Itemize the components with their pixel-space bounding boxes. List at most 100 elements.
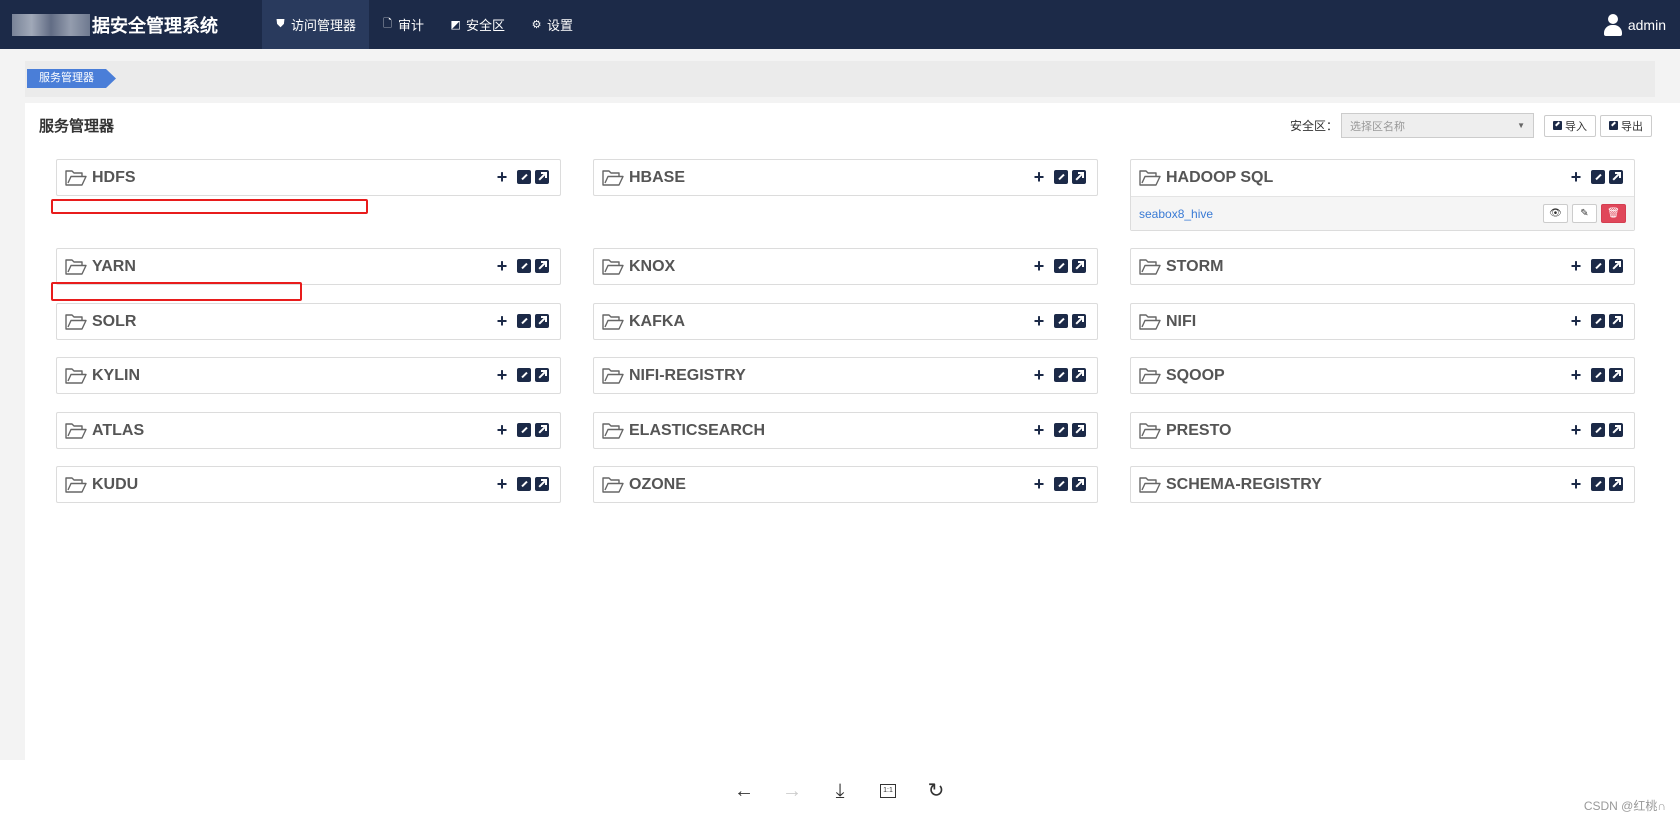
service-actions: +: [1569, 312, 1623, 330]
trash-icon[interactable]: 🗑: [1601, 204, 1626, 223]
external-link-icon[interactable]: [1609, 170, 1623, 184]
service-name: SCHEMA-REGISTRY: [1166, 475, 1322, 493]
back-arrow-icon[interactable]: ←: [733, 780, 755, 802]
external-link-icon[interactable]: [1609, 477, 1623, 491]
service-name: ATLAS: [92, 421, 145, 439]
folder-open-icon: [1139, 422, 1161, 439]
external-link-icon[interactable]: [1072, 368, 1086, 382]
add-icon[interactable]: +: [495, 257, 509, 275]
folder-open-icon: [65, 313, 87, 330]
edit-icon[interactable]: [1054, 314, 1068, 328]
service-instance-row: seabox8_hive 👁 ✎ 🗑: [1131, 196, 1634, 230]
service-card: STORM +: [1130, 248, 1635, 285]
add-icon[interactable]: +: [1032, 475, 1046, 493]
actual-size-button[interactable]: 1:1: [880, 784, 896, 798]
add-icon[interactable]: +: [495, 421, 509, 439]
add-icon[interactable]: +: [1569, 366, 1583, 384]
service-instance-link[interactable]: seabox8_hive: [1139, 207, 1213, 221]
edit-icon[interactable]: [517, 259, 531, 273]
download-icon[interactable]: ⤓: [829, 780, 851, 802]
service-name: YARN: [92, 257, 136, 275]
folder-open-icon: [1139, 313, 1161, 330]
add-icon[interactable]: +: [1569, 257, 1583, 275]
folder-open-icon: [1139, 258, 1161, 275]
add-icon[interactable]: +: [495, 366, 509, 384]
edit-icon[interactable]: [517, 170, 531, 184]
add-icon[interactable]: +: [1032, 168, 1046, 186]
image-viewer-toolbar: ← → ⤓ 1:1 ↻: [0, 760, 1680, 821]
edit-icon[interactable]: ✎: [1572, 204, 1597, 223]
edit-icon[interactable]: [1591, 477, 1605, 491]
service-card-header: NIFI-REGISTRY +: [594, 358, 1097, 393]
add-icon[interactable]: +: [1569, 312, 1583, 330]
external-link-icon[interactable]: [1609, 314, 1623, 328]
edit-icon[interactable]: [1054, 423, 1068, 437]
add-icon[interactable]: +: [1569, 475, 1583, 493]
edit-icon[interactable]: [1054, 170, 1068, 184]
export-icon: [1609, 121, 1618, 130]
nav-audit[interactable]: 🗋 审计: [369, 0, 437, 49]
nav-settings[interactable]: ⚙ 设置: [518, 0, 586, 49]
external-link-icon[interactable]: [535, 170, 549, 184]
nav-security-zone[interactable]: ◩ 安全区: [437, 0, 518, 49]
edit-icon[interactable]: [517, 423, 531, 437]
top-navbar: 据安全管理系统 ⛊ 访问管理器 🗋 审计 ◩ 安全区 ⚙ 设置 admin: [0, 0, 1680, 49]
eye-icon[interactable]: 👁: [1543, 204, 1568, 223]
edit-icon[interactable]: [1591, 423, 1605, 437]
external-link-icon[interactable]: [1072, 314, 1086, 328]
user-menu[interactable]: admin: [1603, 0, 1666, 49]
add-icon[interactable]: +: [1032, 421, 1046, 439]
external-link-icon[interactable]: [1072, 259, 1086, 273]
add-icon[interactable]: +: [1032, 366, 1046, 384]
add-icon[interactable]: +: [495, 312, 509, 330]
chevron-down-icon: ▼: [1517, 121, 1525, 130]
external-link-icon[interactable]: [1072, 423, 1086, 437]
add-icon[interactable]: +: [495, 168, 509, 186]
export-label: 导出: [1621, 120, 1643, 133]
zone-label: 安全区：: [1289, 119, 1338, 133]
rotate-icon[interactable]: ↻: [925, 780, 947, 802]
external-link-icon[interactable]: [1072, 477, 1086, 491]
service-actions: +: [1569, 366, 1623, 384]
service-card-header: SOLR +: [57, 304, 560, 339]
edit-icon[interactable]: [517, 314, 531, 328]
edit-icon[interactable]: [1591, 368, 1605, 382]
edit-icon[interactable]: [1054, 259, 1068, 273]
nav-label: 设置: [547, 18, 574, 33]
import-button[interactable]: 导入: [1544, 114, 1596, 137]
external-link-icon[interactable]: [535, 314, 549, 328]
edit-icon[interactable]: [1591, 259, 1605, 273]
external-link-icon[interactable]: [535, 423, 549, 437]
service-name: SOLR: [92, 312, 137, 330]
export-button[interactable]: 导出: [1600, 114, 1652, 137]
external-link-icon[interactable]: [1609, 368, 1623, 382]
edit-icon[interactable]: [517, 368, 531, 382]
breadcrumb-item[interactable]: 服务管理器: [27, 69, 116, 88]
forward-arrow-icon[interactable]: →: [781, 780, 803, 802]
service-name: HDFS: [92, 168, 136, 186]
external-link-icon[interactable]: [1609, 259, 1623, 273]
edit-icon[interactable]: [1591, 170, 1605, 184]
shield-icon: ⛊: [276, 18, 285, 30]
folder-open-icon: [602, 422, 624, 439]
zone-select[interactable]: 选择区名称 ▼: [1341, 113, 1534, 138]
app-brand[interactable]: 据安全管理系统: [12, 0, 218, 49]
external-link-icon[interactable]: [1609, 423, 1623, 437]
service-card: HBASE +: [593, 159, 1098, 196]
external-link-icon[interactable]: [535, 477, 549, 491]
edit-icon[interactable]: [517, 477, 531, 491]
edit-icon[interactable]: [1591, 314, 1605, 328]
edit-icon[interactable]: [1054, 368, 1068, 382]
add-icon[interactable]: +: [1569, 168, 1583, 186]
external-link-icon[interactable]: [535, 259, 549, 273]
external-link-icon[interactable]: [535, 368, 549, 382]
add-icon[interactable]: +: [1032, 257, 1046, 275]
nav-access-manager[interactable]: ⛊ 访问管理器: [262, 0, 370, 49]
edit-icon[interactable]: [1054, 477, 1068, 491]
add-icon[interactable]: +: [495, 475, 509, 493]
external-link-icon[interactable]: [1072, 170, 1086, 184]
add-icon[interactable]: +: [1569, 421, 1583, 439]
service-card: KUDU +: [56, 466, 561, 503]
import-label: 导入: [1565, 120, 1587, 133]
add-icon[interactable]: +: [1032, 312, 1046, 330]
